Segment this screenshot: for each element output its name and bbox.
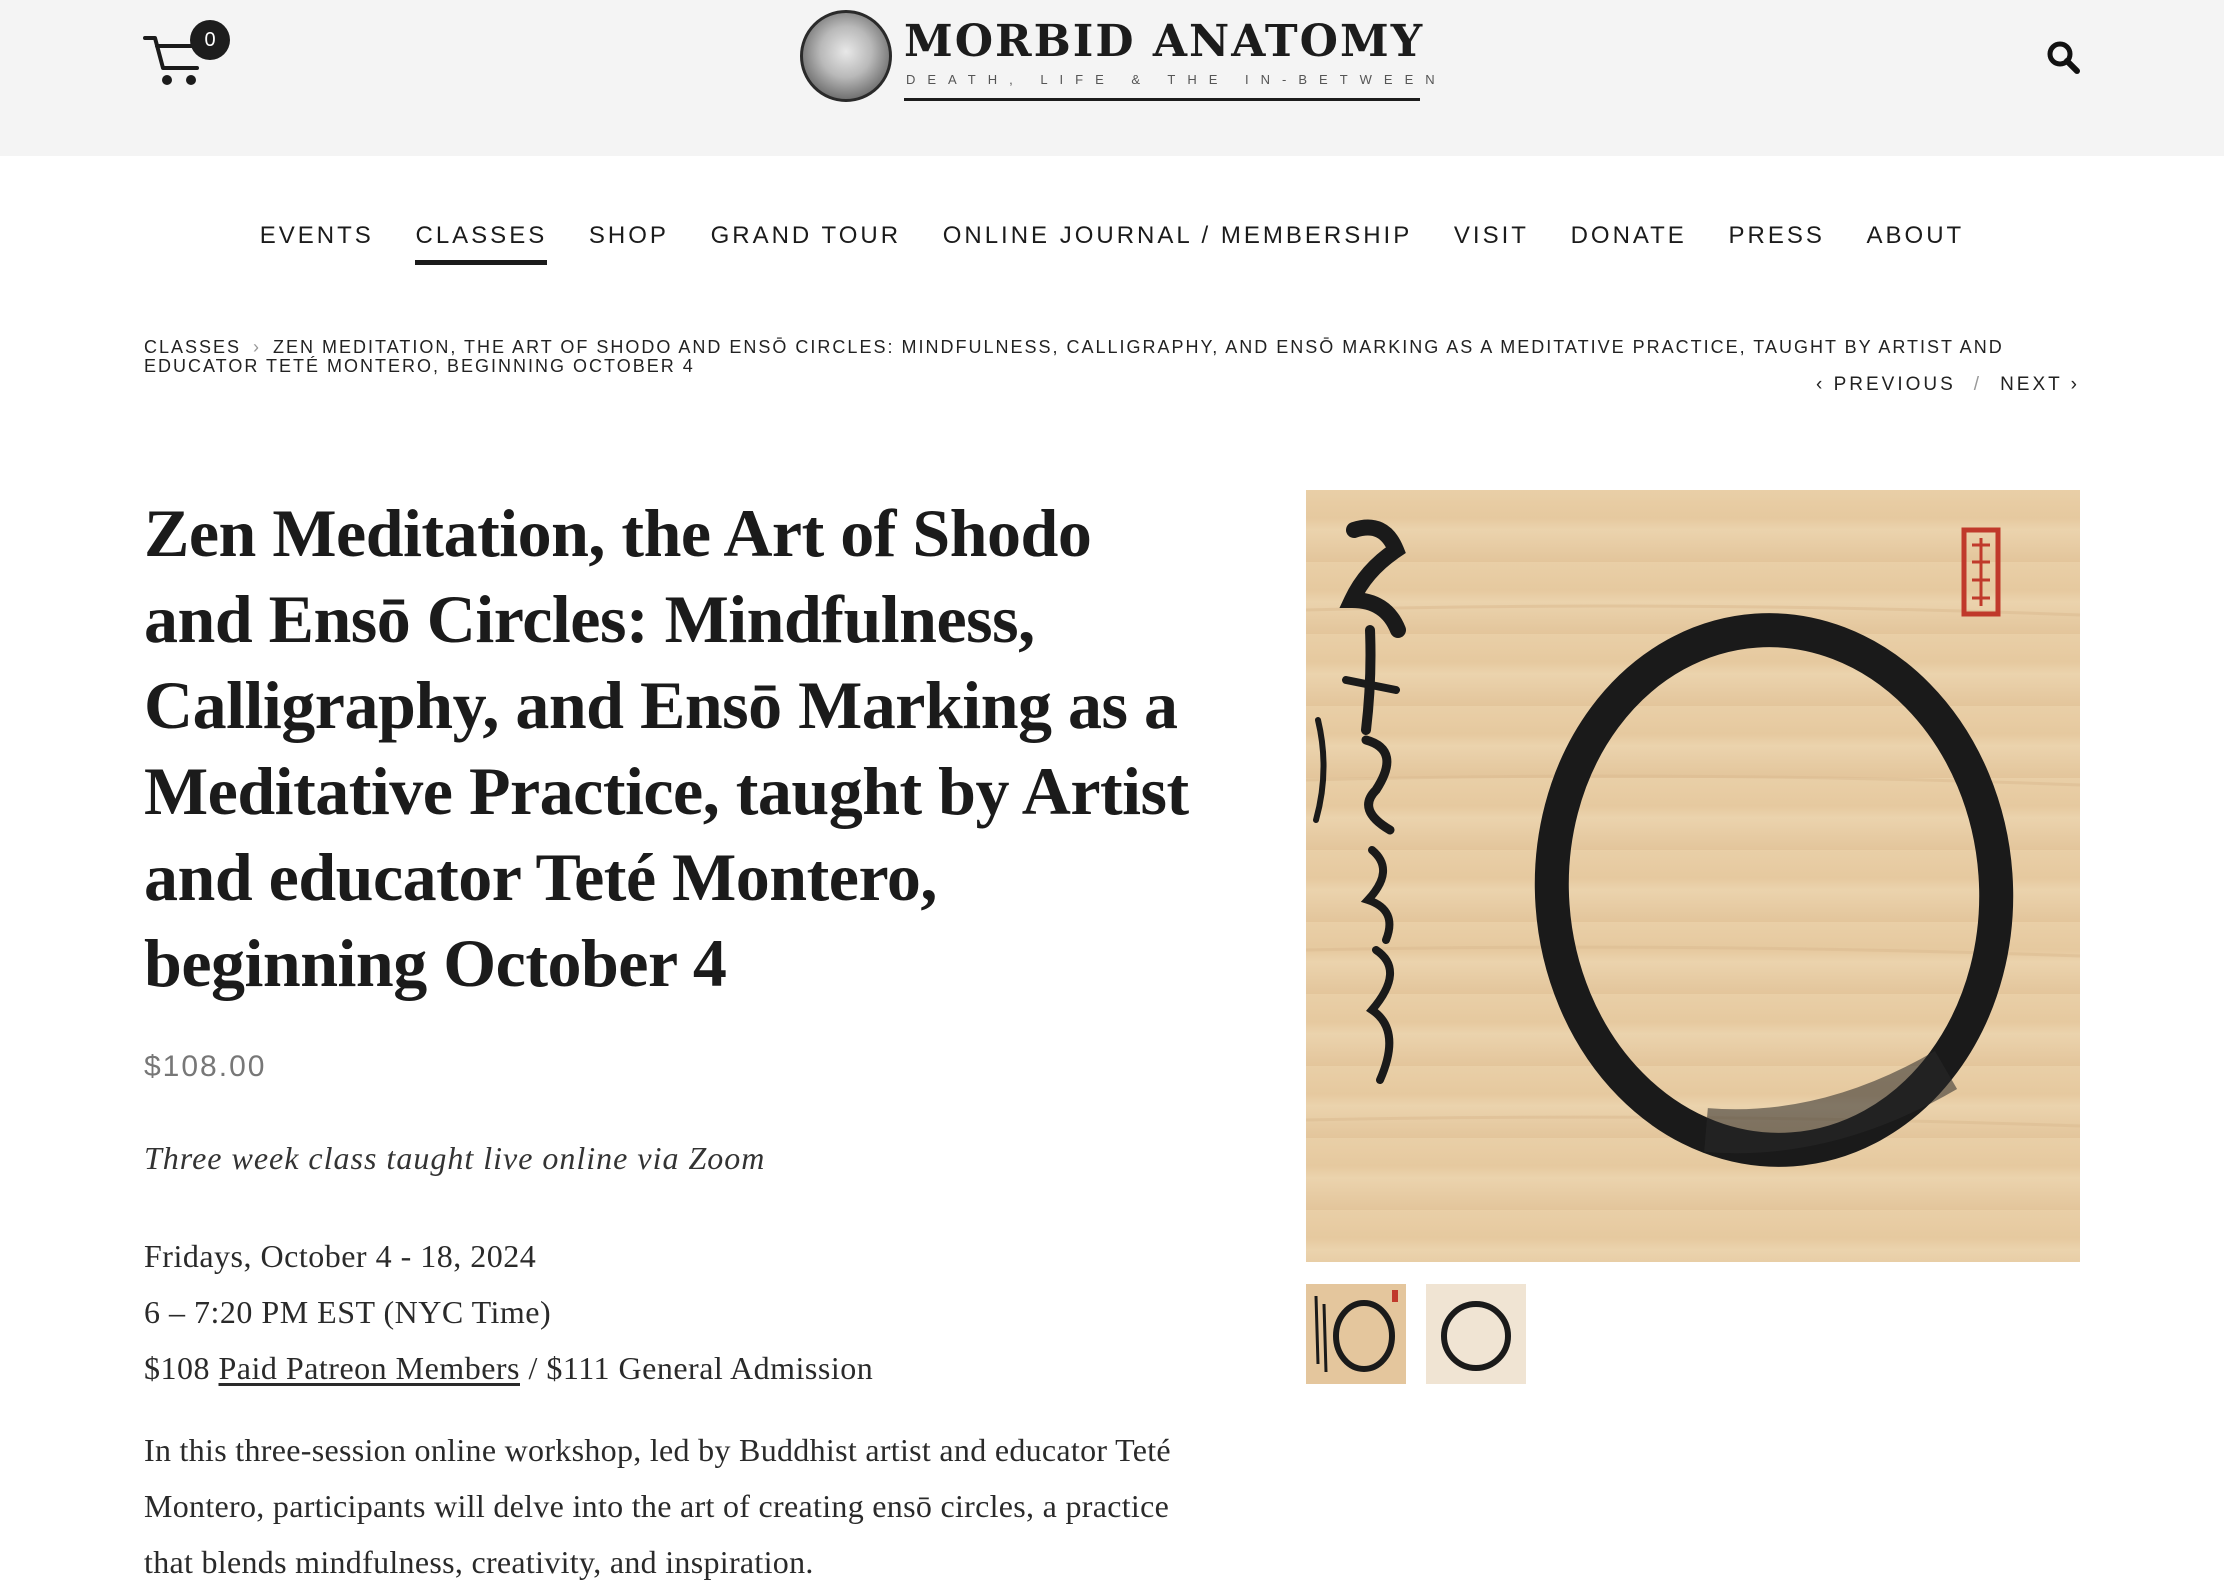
nav-item-online-journal-membership[interactable]: ONLINE JOURNAL / MEMBERSHIP	[943, 222, 1413, 260]
nav-item-events[interactable]: EVENTS	[260, 222, 374, 260]
nav-item-press[interactable]: PRESS	[1728, 222, 1824, 260]
pager-separator: /	[1973, 374, 1983, 395]
enso-calligraphy-image	[1306, 519, 2080, 1167]
product-main-image[interactable]	[1306, 490, 2080, 1262]
breadcrumb-parent-link[interactable]: CLASSES	[144, 337, 241, 357]
pricing-general-admission: / $111 General Admission	[520, 1350, 874, 1386]
logo-underline	[904, 98, 1420, 101]
enso-with-calligraphy-thumbnail-icon	[1314, 1290, 1398, 1373]
cart-count-badge: 0	[190, 20, 230, 60]
nav-item-grand-tour[interactable]: GRAND TOUR	[711, 222, 901, 260]
gallery-thumbnail-2[interactable]	[1426, 1284, 1526, 1384]
logo-tagline: DEATH, LIFE & THE IN-BETWEEN	[906, 72, 1447, 87]
product-pager: ‹ PREVIOUS / NEXT ›	[1816, 374, 2080, 396]
product-description: In this three-session online workshop, l…	[144, 1432, 1171, 1580]
site-logo[interactable]: MORBID ANATOMY DEATH, LIFE & THE IN-BETW…	[800, 8, 1435, 104]
search-icon	[2047, 41, 2080, 74]
main-navigation: EVENTS CLASSES SHOP GRAND TOUR ONLINE JO…	[0, 222, 2224, 265]
logo-title: MORBID ANATOMY	[904, 16, 1425, 67]
nav-item-donate[interactable]: DONATE	[1571, 222, 1687, 260]
gallery-thumbnail-1[interactable]	[1306, 1284, 1406, 1384]
search-button[interactable]	[2046, 40, 2080, 74]
next-link[interactable]: NEXT ›	[2000, 374, 2080, 395]
cart-button[interactable]: 0	[143, 20, 243, 90]
nav-item-shop[interactable]: SHOP	[589, 222, 669, 260]
product-details: Fridays, October 4 - 18, 2024 6 – 7:20 P…	[144, 1228, 873, 1396]
pricing-member-price: $108	[144, 1350, 219, 1386]
product-title: Zen Meditation, the Art of Shodo and Ens…	[144, 495, 1189, 1001]
previous-link[interactable]: ‹ PREVIOUS	[1816, 374, 1956, 395]
breadcrumb: CLASSES › ZEN MEDITATION, THE ART OF SHODO…	[144, 338, 2068, 376]
nav-item-visit[interactable]: VISIT	[1454, 222, 1529, 260]
class-time: 6 – 7:20 PM EST (NYC Time)	[144, 1294, 552, 1330]
logo-emblem-icon	[800, 10, 892, 102]
breadcrumb-separator: ›	[253, 337, 262, 357]
breadcrumb-current: ZEN MEDITATION, THE ART OF SHODO AND ENS…	[144, 337, 2004, 376]
nav-item-about[interactable]: ABOUT	[1867, 222, 1965, 260]
product-price: $108.00	[144, 1050, 267, 1083]
product-subtitle: Three week class taught live online via …	[144, 1140, 766, 1176]
enso-circle-thumbnail-icon	[1441, 1301, 1511, 1371]
nav-item-classes[interactable]: CLASSES	[415, 222, 548, 265]
class-pricing: $108 Paid Patreon Members / $111 General…	[144, 1340, 873, 1396]
site-header: 0 MORBID ANATOMY DEATH, LIFE & THE IN-BE…	[0, 0, 2224, 156]
class-dates: Fridays, October 4 - 18, 2024	[144, 1238, 537, 1274]
patreon-members-link[interactable]: Paid Patreon Members	[219, 1350, 521, 1386]
